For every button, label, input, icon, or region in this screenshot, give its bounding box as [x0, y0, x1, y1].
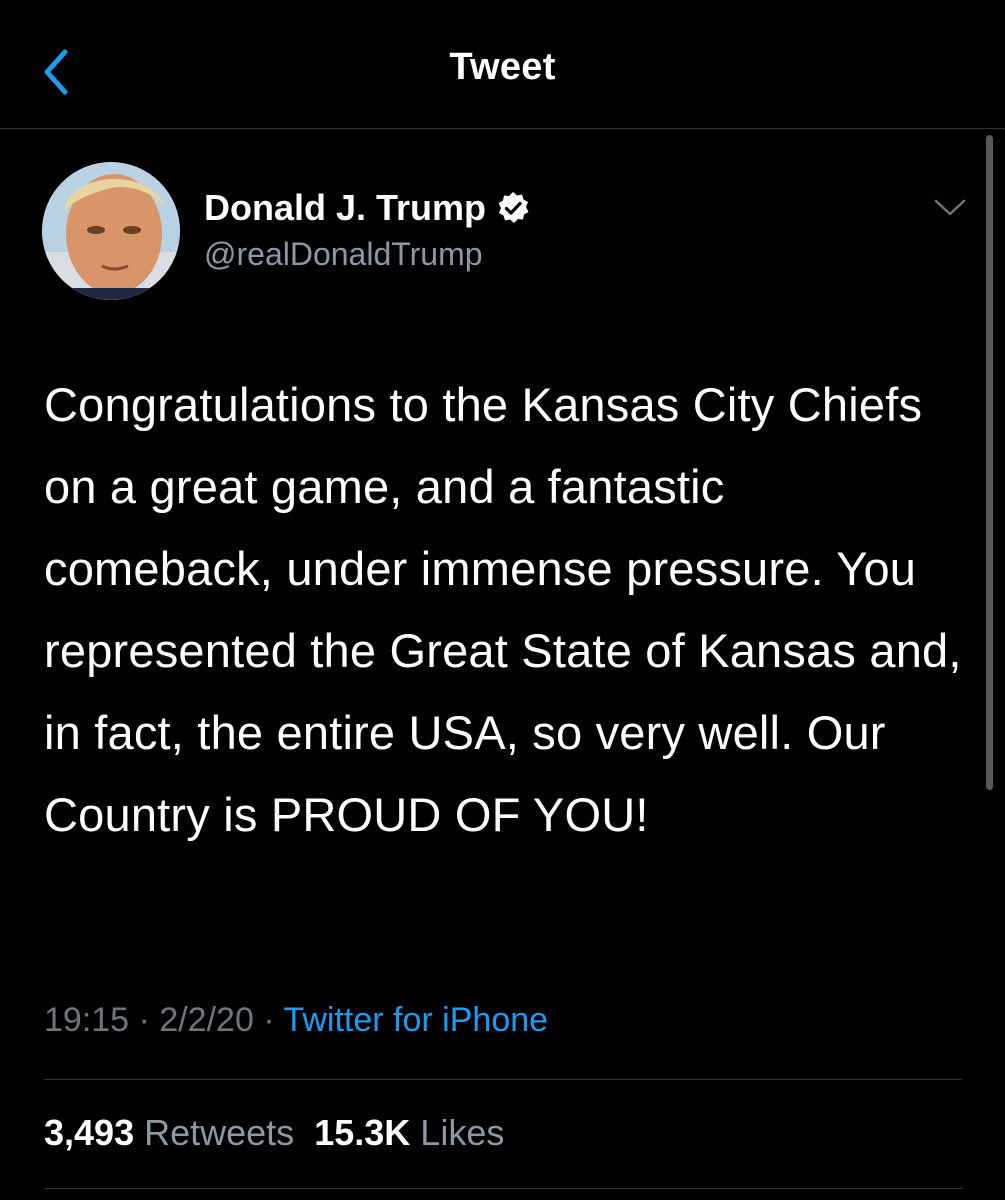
avatar[interactable] — [42, 162, 180, 300]
avatar-image — [42, 162, 180, 300]
nav-divider — [0, 128, 1005, 129]
retweets-stat[interactable]: 3,493 Retweets — [44, 1112, 294, 1153]
likes-count: 15.3K — [314, 1112, 411, 1153]
likes-stat[interactable]: 15.3K Likes — [314, 1112, 504, 1153]
retweets-count: 3,493 — [44, 1112, 135, 1153]
stats-top-divider — [44, 1079, 962, 1080]
author-display-name[interactable]: Donald J. Trump — [204, 187, 486, 229]
author-name-row[interactable]: Donald J. Trump — [204, 186, 530, 230]
author-handle[interactable]: @realDonaldTrump — [204, 236, 483, 273]
tweet-time: 19:15 — [44, 1001, 130, 1039]
scrollbar[interactable] — [986, 135, 993, 790]
retweets-label: Retweets — [144, 1112, 295, 1153]
chevron-down-icon — [934, 199, 966, 216]
meta-separator: · — [138, 1001, 150, 1039]
more-options-button[interactable] — [928, 190, 972, 226]
likes-label: Likes — [420, 1112, 505, 1153]
tweet-source-link[interactable]: Twitter for iPhone — [283, 1001, 548, 1039]
meta-separator: · — [263, 1001, 275, 1039]
tweet-metadata: 19:15 · 2/2/20 · Twitter for iPhone — [44, 1001, 548, 1040]
top-nav-bar: Tweet — [0, 0, 1005, 128]
stats-bottom-divider — [44, 1188, 962, 1189]
engagement-stats: 3,493 Retweets 15.3K Likes — [44, 1112, 504, 1154]
tweet-date: 2/2/20 — [159, 1001, 254, 1039]
page-title: Tweet — [449, 46, 556, 88]
verified-badge-icon — [496, 191, 530, 225]
tweet-text: Congratulations to the Kansas City Chief… — [44, 378, 962, 841]
